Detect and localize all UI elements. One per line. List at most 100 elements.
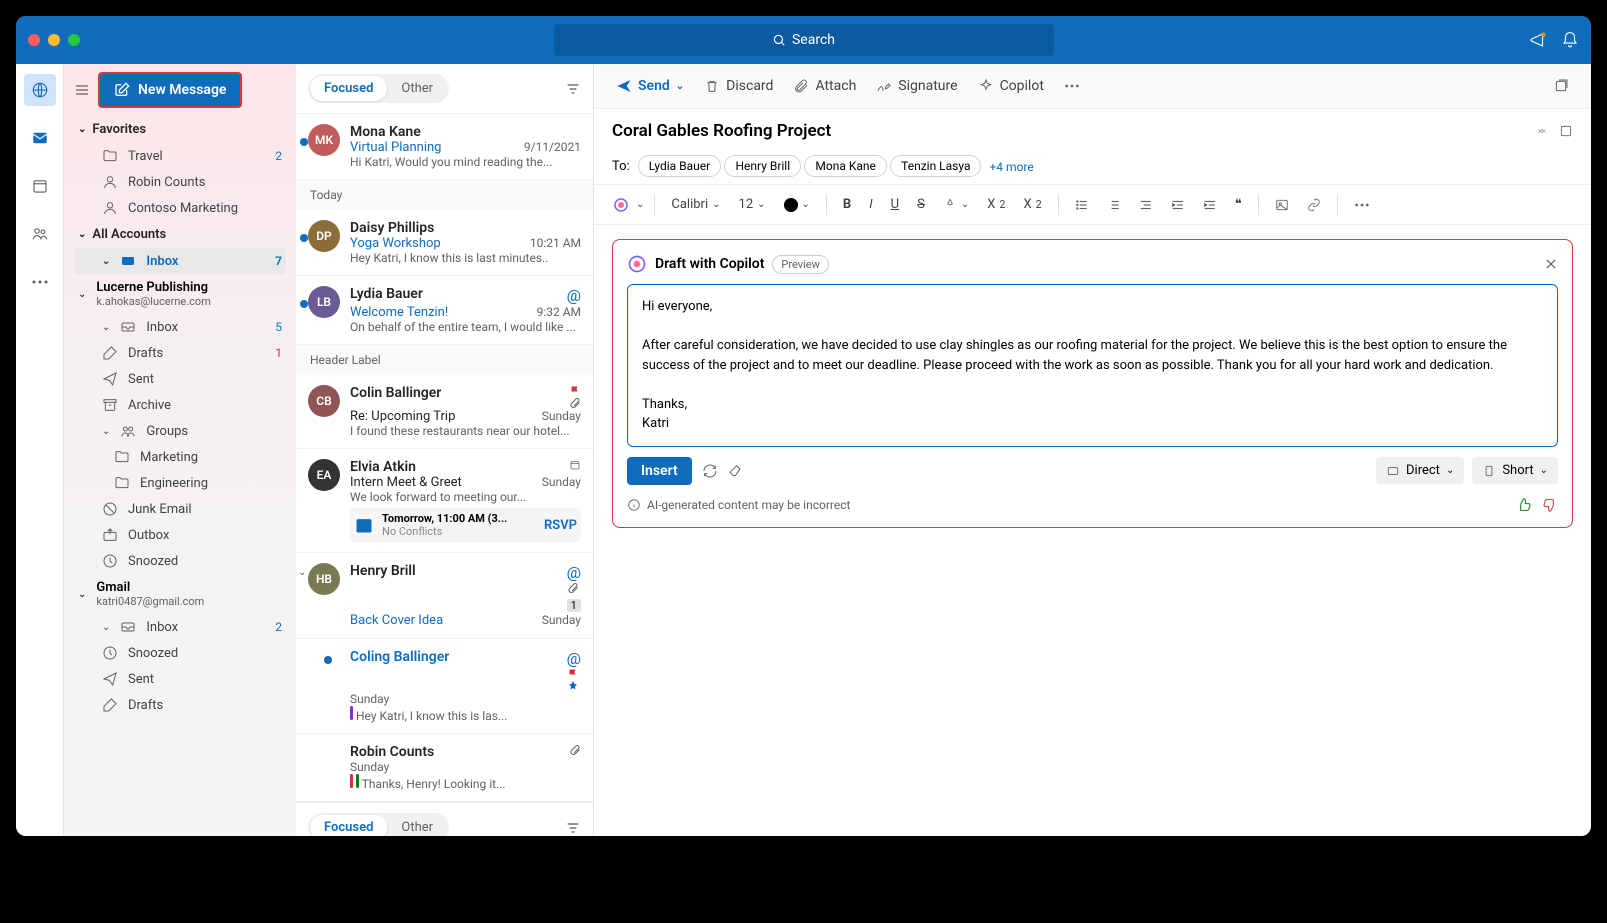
folder-drafts[interactable]: Drafts1: [74, 340, 286, 366]
maximize-window-button[interactable]: [68, 34, 80, 46]
minimize-window-button[interactable]: [48, 34, 60, 46]
expand-recipients-icon[interactable]: [1535, 124, 1549, 138]
copilot-format-icon[interactable]: [612, 196, 630, 214]
format-more-icon[interactable]: [1348, 199, 1376, 211]
folder-drafts[interactable]: Drafts: [74, 692, 286, 718]
account-lucerne[interactable]: Lucerne Publishing k.ahokas@lucerne.com: [92, 274, 214, 314]
signature-button[interactable]: Signature: [868, 72, 965, 100]
to-label: To:: [612, 159, 630, 174]
folder-archive[interactable]: Archive: [74, 392, 286, 418]
message-item[interactable]: LBLydia Bauer@ Welcome Tenzin!9:32 AMOn …: [296, 276, 593, 345]
filter-icon[interactable]: [565, 81, 581, 97]
close-window-button[interactable]: [28, 34, 40, 46]
tab-other[interactable]: Other: [387, 76, 447, 101]
open-window-icon[interactable]: [1559, 124, 1573, 138]
rail-mail-icon[interactable]: [24, 122, 56, 154]
folder-inbox[interactable]: ⌄Inbox2: [74, 614, 286, 640]
tab-other-bottom[interactable]: Other: [387, 815, 447, 836]
thumbs-down-icon[interactable]: [1542, 497, 1558, 513]
hamburger-icon[interactable]: [74, 82, 90, 98]
message-item[interactable]: DPDaisy PhillipsYoga Workshop10:21 AMHey…: [296, 210, 593, 276]
message-item[interactable]: ⌄HBHenry Brill@ 1 Back Cover IdeaSunday: [296, 553, 593, 639]
search-input[interactable]: Search: [554, 24, 1054, 56]
message-item[interactable]: MKMona KaneVirtual Planning9/11/2021Hi K…: [296, 114, 593, 180]
tone-direct-button[interactable]: Direct⌄: [1376, 457, 1464, 484]
number-list-icon[interactable]: [1101, 194, 1127, 216]
underline-icon[interactable]: U: [885, 193, 905, 216]
rail-globe-icon[interactable]: [24, 74, 56, 106]
rail-calendar-icon[interactable]: [24, 170, 56, 202]
close-icon[interactable]: [1544, 257, 1558, 271]
recipient-chip[interactable]: Henry Brill: [724, 155, 801, 177]
navigation-rail: [16, 64, 64, 836]
outdent-icon[interactable]: [1133, 194, 1159, 216]
new-message-button[interactable]: New Message: [98, 72, 242, 108]
italic-icon[interactable]: I: [863, 193, 878, 216]
attach-button[interactable]: Attach: [785, 72, 864, 100]
image-icon[interactable]: [1269, 194, 1295, 216]
link-icon[interactable]: [1301, 194, 1327, 216]
compose-subject[interactable]: Coral Gables Roofing Project: [612, 121, 831, 141]
bold-icon[interactable]: B: [837, 193, 857, 216]
rail-more-icon[interactable]: [24, 266, 56, 298]
ai-disclaimer: AI-generated content may be incorrect: [647, 498, 850, 512]
folder-groups[interactable]: ⌄Groups: [74, 418, 286, 444]
tab-focused-bottom[interactable]: Focused: [310, 815, 387, 836]
account-gmail[interactable]: Gmail katri0487@gmail.com: [92, 574, 208, 614]
folder-sent[interactable]: Sent: [74, 666, 286, 692]
highlight-icon[interactable]: ⌄: [937, 194, 975, 216]
subscript-icon[interactable]: X2: [1017, 193, 1047, 216]
to-field[interactable]: To: Lydia Bauer Henry Brill Mona Kane Te…: [594, 153, 1591, 185]
folder-travel[interactable]: Travel2: [74, 143, 286, 169]
thumbs-up-icon[interactable]: [1516, 497, 1532, 513]
folder-junk-email[interactable]: Junk Email: [74, 496, 286, 522]
tone-short-button[interactable]: Short⌄: [1472, 457, 1558, 484]
recipient-chip[interactable]: Tenzin Lasya: [890, 155, 981, 177]
regenerate-icon[interactable]: [702, 463, 718, 479]
toolbar-more-icon[interactable]: [1056, 78, 1088, 94]
recipient-chip[interactable]: Mona Kane: [804, 155, 887, 177]
folder-contoso-marketing[interactable]: Contoso Marketing: [74, 195, 286, 221]
sidebar-inbox-all[interactable]: ⌄ Inbox 7: [74, 248, 286, 274]
erase-icon[interactable]: [728, 463, 744, 479]
draft-content[interactable]: Hi everyone, After careful consideration…: [627, 284, 1558, 447]
quote-icon[interactable]: ❝: [1229, 193, 1248, 216]
folder-snoozed[interactable]: Snoozed: [74, 640, 286, 666]
message-item[interactable]: EAElvia Atkin Intern Meet & GreetSundayW…: [296, 449, 593, 553]
more-recipients[interactable]: +4 more: [989, 160, 1033, 174]
tab-focused[interactable]: Focused: [310, 76, 387, 101]
font-family-select[interactable]: Calibri ⌄: [665, 193, 726, 216]
folder-inbox[interactable]: ⌄Inbox5: [74, 314, 286, 340]
folder-marketing[interactable]: Marketing: [74, 444, 286, 470]
strikethrough-icon[interactable]: S: [911, 193, 931, 216]
recipient-chip[interactable]: Lydia Bauer: [638, 155, 722, 177]
folder-robin-counts[interactable]: Robin Counts: [74, 169, 286, 195]
folder-snoozed[interactable]: Snoozed: [74, 548, 286, 574]
insert-button[interactable]: Insert: [627, 457, 692, 485]
inbox-tabs: Focused Other: [308, 74, 449, 103]
folder-sent[interactable]: Sent: [74, 366, 286, 392]
notifications-icon[interactable]: [1561, 31, 1579, 49]
rail-people-icon[interactable]: [24, 218, 56, 250]
discard-button[interactable]: Discard: [696, 72, 781, 100]
send-button[interactable]: Send⌄: [608, 72, 692, 100]
font-size-select[interactable]: 12 ⌄: [733, 193, 772, 216]
indent-decrease-icon[interactable]: [1165, 194, 1191, 216]
bullet-list-icon[interactable]: [1069, 194, 1095, 216]
message-item[interactable]: CBColin Ballinger Re: Upcoming TripSunda…: [296, 375, 593, 449]
indent-increase-icon[interactable]: [1197, 194, 1223, 216]
whats-new-icon[interactable]: [1529, 31, 1547, 49]
message-item[interactable]: Robin Counts Sunday Thanks, Henry! Looki…: [296, 734, 593, 802]
message-item[interactable]: Coling Ballinger@ Sunday Hey Katri, I kn…: [296, 639, 593, 734]
folder-outbox[interactable]: Outbox: [74, 522, 286, 548]
popout-icon[interactable]: [1545, 72, 1577, 100]
window-controls: [28, 34, 80, 46]
app-window: Search New Message ⌄Favorites: [16, 16, 1591, 836]
copilot-button[interactable]: Copilot: [970, 72, 1052, 100]
font-color-icon[interactable]: ⌄: [778, 194, 816, 216]
all-accounts-header[interactable]: ⌄All Accounts: [74, 221, 286, 248]
superscript-icon[interactable]: X2: [981, 193, 1011, 216]
favorites-header[interactable]: ⌄Favorites: [74, 116, 286, 143]
filter-icon-bottom[interactable]: [565, 820, 581, 836]
folder-engineering[interactable]: Engineering: [74, 470, 286, 496]
